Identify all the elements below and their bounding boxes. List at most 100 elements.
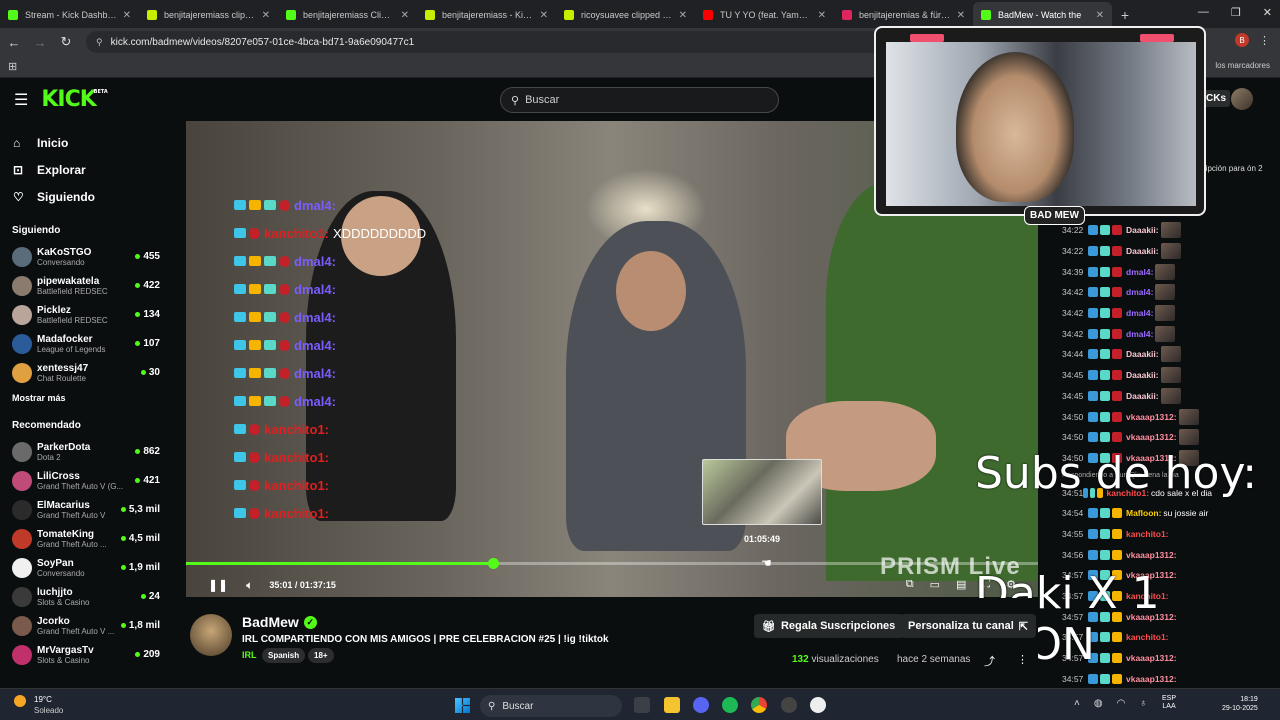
- browser-tab[interactable]: BadMew - Watch the ✕: [973, 2, 1112, 28]
- sidebar-item-siguiendo[interactable]: ♡ Siguiendo: [0, 183, 170, 210]
- close-window-icon[interactable]: ✕: [1263, 6, 1272, 19]
- chevron-up-icon[interactable]: ˄: [1074, 698, 1080, 709]
- sidebar-channel[interactable]: Picklez Battlefield REDSEC 134: [0, 300, 170, 329]
- forward-icon[interactable]: →: [28, 30, 52, 54]
- header-user-button[interactable]: CKs: [1202, 90, 1231, 107]
- minimize-icon[interactable]: —: [1198, 6, 1209, 19]
- channel-avatar[interactable]: [190, 614, 232, 656]
- share-icon[interactable]: ⤴: [984, 653, 995, 669]
- browser-tab[interactable]: Stream - Kick Dashboard ✕: [0, 2, 139, 28]
- site-info-icon[interactable]: ⚲: [96, 37, 103, 48]
- new-tab-icon[interactable]: +: [1112, 2, 1138, 28]
- discord-icon[interactable]: [693, 697, 709, 713]
- sidebar-channel[interactable]: luchjjto Slots & Casino 24: [0, 582, 170, 611]
- close-tab-icon[interactable]: ✕: [818, 10, 826, 21]
- chat-username[interactable]: dmal4:: [1126, 267, 1153, 277]
- network-app-icon[interactable]: ◍: [1094, 698, 1103, 709]
- chat-username[interactable]: kanchito1:: [1126, 529, 1169, 539]
- taskbar-search[interactable]: ⚲ Buscar: [480, 695, 622, 717]
- menu-icon[interactable]: ⋮: [1259, 34, 1270, 47]
- file-explorer-icon[interactable]: [664, 697, 680, 713]
- obs-icon[interactable]: [781, 697, 797, 713]
- close-tab-icon[interactable]: ✕: [1096, 10, 1104, 21]
- sidebar-channel[interactable]: KaKoSTGO Conversando 455: [0, 242, 170, 271]
- sidebar-channel[interactable]: Madafocker League of Legends 107: [0, 329, 170, 358]
- sidebar-channel[interactable]: ParkerDota Dota 2 862: [0, 437, 170, 466]
- input-language[interactable]: ESP LAA: [1162, 695, 1176, 712]
- back-icon[interactable]: ←: [2, 30, 26, 54]
- kick-logo[interactable]: KICK BETA: [41, 87, 107, 112]
- sidebar-channel[interactable]: ElMacarius Grand Theft Auto V 5,3 mil: [0, 495, 170, 524]
- browser-tab[interactable]: benjitajeremias & füran ✕: [834, 2, 973, 28]
- gift-subs-button[interactable]: 🎁︎ Regala Suscripciones: [754, 614, 904, 638]
- pip-icon[interactable]: ⧉: [906, 578, 914, 591]
- sidebar-item-inicio[interactable]: ⌂ Inicio: [0, 129, 170, 156]
- tag-age[interactable]: 18+: [308, 648, 334, 663]
- volume-icon[interactable]: 🔈︎: [246, 578, 253, 593]
- system-clock[interactable]: 18:19 29-10-2025: [1222, 695, 1258, 713]
- chat-username[interactable]: dmal4:: [1126, 287, 1153, 297]
- chat-username[interactable]: dmal4:: [1126, 308, 1153, 318]
- chrome-icon[interactable]: [751, 697, 767, 713]
- start-menu-icon[interactable]: [455, 698, 470, 713]
- spotify-icon[interactable]: [722, 697, 738, 713]
- media-player-icon[interactable]: [810, 697, 826, 713]
- sidebar-item-explorar[interactable]: ⊡ Explorar: [0, 156, 170, 183]
- progress-bar[interactable]: [186, 558, 1038, 569]
- user-avatar[interactable]: [1231, 88, 1253, 110]
- chat-username[interactable]: vkaaap1312:: [1126, 550, 1177, 560]
- sidebar-channel[interactable]: LiliCross Grand Theft Auto V (G... 421: [0, 466, 170, 495]
- pause-icon[interactable]: ❚❚: [208, 578, 228, 592]
- url-field[interactable]: ⚲ kick.com/badmew/videos/8207e057-01ce-4…: [86, 31, 946, 53]
- overlay-chat-user: dmal4:: [294, 281, 336, 297]
- chat-username[interactable]: Daaakii:: [1126, 370, 1159, 380]
- maximize-icon[interactable]: ❐: [1231, 6, 1241, 19]
- chat-username[interactable]: Mafloon:: [1126, 508, 1161, 518]
- close-tab-icon[interactable]: ✕: [540, 10, 548, 21]
- profile-icon[interactable]: B: [1235, 33, 1249, 47]
- wifi-icon[interactable]: ◠: [1117, 698, 1126, 709]
- more-options-icon[interactable]: ⋮: [1017, 653, 1028, 666]
- search-input[interactable]: ⚲ Buscar: [500, 87, 779, 113]
- category-link[interactable]: IRL: [242, 650, 257, 660]
- chat-username[interactable]: dmal4:: [1126, 329, 1153, 339]
- chat-username[interactable]: vkaaap1312:: [1126, 674, 1177, 684]
- apps-grid-icon[interactable]: ⊞: [8, 60, 17, 73]
- theater-mode-icon[interactable]: ▭: [930, 578, 940, 591]
- sidebar-channel[interactable]: SoyPan Conversando 1,9 mil: [0, 553, 170, 582]
- task-view-icon[interactable]: [634, 697, 650, 713]
- chat-username[interactable]: vkaaap1312:: [1126, 412, 1177, 422]
- weather-icon[interactable]: [14, 695, 26, 707]
- sidebar-channel[interactable]: Jcorko Grand Theft Auto V ... 1,8 mil: [0, 611, 170, 640]
- progress-handle[interactable]: [487, 558, 499, 569]
- sidebar-channel[interactable]: MrVargasTv Slots & Casino 209: [0, 640, 170, 669]
- sidebar-channel[interactable]: TomateKing Grand Theft Auto ... 4,5 mil: [0, 524, 170, 553]
- close-tab-icon[interactable]: ✕: [262, 10, 270, 21]
- browser-tab[interactable]: benjitajeremiass - KickBot ✕: [417, 2, 556, 28]
- browser-tab[interactable]: ricoysuavee clipped by la ✕: [556, 2, 695, 28]
- browser-tab[interactable]: benjitajeremiass clipped t ✕: [139, 2, 278, 28]
- show-more-link[interactable]: Mostrar más: [0, 387, 170, 405]
- chat-username[interactable]: Daaakii:: [1126, 391, 1159, 401]
- clock-time: 18:19: [1240, 696, 1258, 703]
- captions-icon[interactable]: ▤: [956, 578, 966, 591]
- all-bookmarks-link[interactable]: los marcadores: [1215, 61, 1270, 70]
- close-tab-icon[interactable]: ✕: [679, 10, 687, 21]
- customize-channel-button[interactable]: Personaliza tu canal ⇱: [900, 614, 1036, 638]
- close-tab-icon[interactable]: ✕: [123, 10, 131, 21]
- browser-tab[interactable]: benjitajeremiass Clips - W ✕: [278, 2, 417, 28]
- chat-username[interactable]: Daaakii:: [1126, 349, 1159, 359]
- chat-username[interactable]: Daaakii:: [1126, 246, 1159, 256]
- tag-language[interactable]: Spanish: [262, 648, 306, 663]
- sidebar-channel[interactable]: pipewakatela Battlefield REDSEC 422: [0, 271, 170, 300]
- close-tab-icon[interactable]: ✕: [401, 10, 409, 21]
- hamburger-menu-icon[interactable]: ☰: [14, 90, 28, 110]
- channel-name[interactable]: BadMew ✓: [242, 614, 317, 630]
- browser-tab[interactable]: TU Y YO (feat. Yamblutyy ✕: [695, 2, 834, 28]
- reload-icon[interactable]: ↻: [54, 30, 78, 54]
- sidebar-channel[interactable]: xentessj47 Chat Roulette 30: [0, 358, 170, 387]
- chat-username[interactable]: Daaakii:: [1126, 225, 1159, 235]
- close-tab-icon[interactable]: ✕: [957, 10, 965, 21]
- microphone-icon[interactable]: ♁: [1139, 698, 1147, 709]
- chat-username[interactable]: vkaaap1312:: [1126, 432, 1177, 442]
